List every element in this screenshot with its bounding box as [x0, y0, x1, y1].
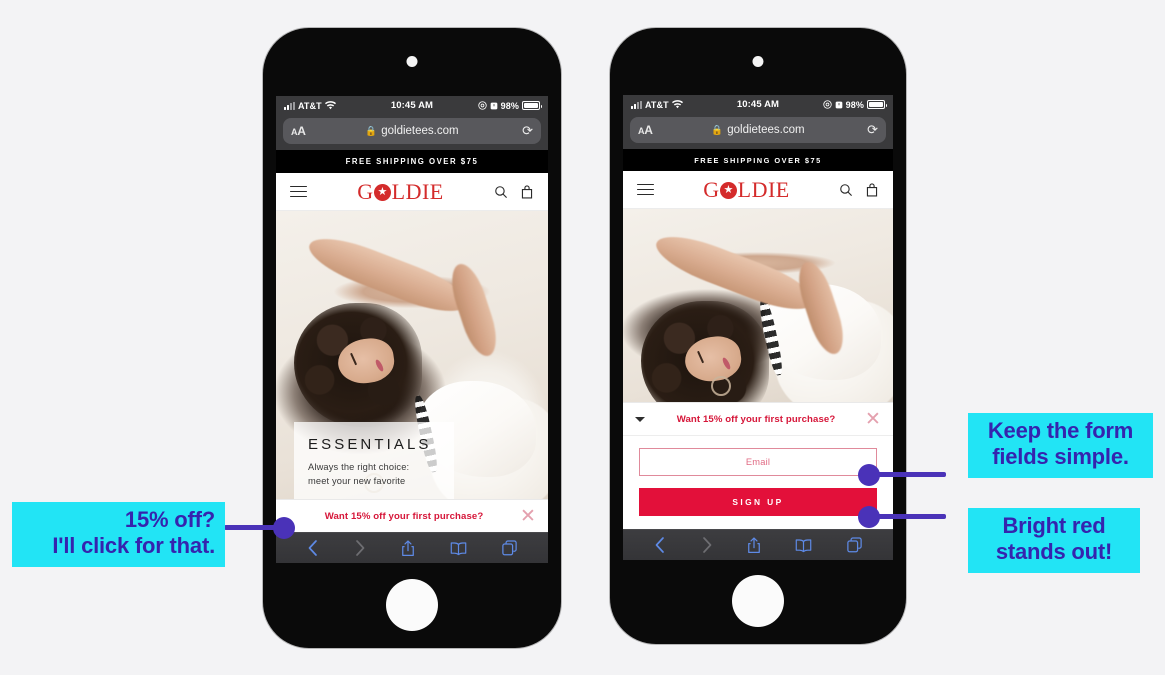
announcement-bar: FREE SHIPPING OVER $75 [623, 149, 893, 171]
email-input[interactable]: Email [639, 448, 877, 476]
callout-line-2: stands out! [995, 539, 1113, 565]
alarm-icon [835, 101, 843, 108]
header-icons [494, 184, 534, 199]
promo-bar-expanded[interactable]: Want 15% off your first purchase? ✕ [623, 402, 893, 435]
site-header: G ★ LDIE [276, 173, 548, 211]
reload-icon[interactable]: ⟳ [522, 123, 533, 139]
share-icon[interactable] [401, 539, 415, 557]
callout-line-1: Bright red [1002, 513, 1106, 538]
phone-mockup-left: AT&T 10:45 AM 98% AA 🔒 goldietees.com ⟳ [263, 28, 561, 648]
hero-photo [623, 209, 893, 402]
shopping-bag-icon[interactable] [865, 182, 879, 197]
close-x-icon[interactable]: ✕ [865, 410, 881, 429]
battery-percent-label: 98% [500, 100, 519, 111]
safari-url-bar-container: AA 🔒 goldietees.com ⟳ [276, 115, 548, 150]
hamburger-menu-icon[interactable] [637, 183, 654, 196]
hero-banner[interactable]: ESSENTIALS Always the right choice: meet… [276, 211, 548, 499]
bookmarks-book-icon[interactable] [795, 538, 812, 553]
safari-url-bar[interactable]: AA 🔒 goldietees.com ⟳ [630, 117, 886, 143]
search-icon[interactable] [494, 185, 508, 199]
status-bar-right: 98% [823, 99, 887, 110]
hero-subline-2: meet your new favorite [308, 475, 406, 486]
ios-status-bar: AT&T 10:45 AM 98% [623, 95, 893, 114]
safari-url-bar[interactable]: AA 🔒 goldietees.com ⟳ [283, 118, 541, 144]
reload-icon[interactable]: ⟳ [867, 122, 878, 138]
promo-bar-collapsed[interactable]: Want 15% off your first purchase? ✕ [276, 499, 548, 532]
brand-text-part1: G [357, 178, 374, 204]
home-button[interactable] [732, 575, 784, 627]
brand-text-part1: G [703, 176, 720, 202]
forward-chevron-icon [356, 540, 365, 556]
ios-status-bar: AT&T 10:45 AM 98% [276, 96, 548, 115]
brand-text-part2: LDIE [737, 176, 790, 202]
hero-headline: ESSENTIALS [308, 436, 432, 454]
share-icon[interactable] [747, 536, 761, 554]
search-icon[interactable] [839, 183, 853, 197]
promo-message: Want 15% off your first purchase? [324, 510, 484, 522]
close-x-icon[interactable]: ✕ [520, 507, 536, 526]
star-icon: ★ [720, 182, 738, 199]
callout-15-percent-off: 15% off? I'll click for that. [12, 502, 225, 567]
bookmarks-book-icon[interactable] [450, 541, 467, 556]
safari-url-bar-container: AA 🔒 goldietees.com ⟳ [623, 114, 893, 149]
phone-screen-left: AT&T 10:45 AM 98% AA 🔒 goldietees.com ⟳ [276, 96, 548, 563]
callout-form-fields-simple: Keep the form fields simple. [968, 413, 1153, 478]
email-placeholder: Email [745, 457, 771, 467]
battery-icon [867, 100, 887, 109]
front-camera [406, 56, 418, 67]
callout-bright-red: Bright red stands out! [968, 508, 1140, 573]
brand-logo[interactable]: G ★ LDIE [654, 177, 839, 203]
hamburger-menu-icon[interactable] [290, 185, 307, 198]
front-camera [752, 56, 764, 67]
tabs-icon[interactable] [847, 537, 862, 553]
model-earring [711, 376, 731, 396]
star-icon: ★ [374, 184, 392, 201]
signup-button[interactable]: SIGN UP [639, 488, 877, 516]
hero-text-overlay: ESSENTIALS Always the right choice: meet… [294, 422, 454, 499]
url-text: goldietees.com [727, 124, 805, 136]
promo-message: Want 15% off your first purchase? [676, 413, 836, 425]
phone-mockup-right: AT&T 10:45 AM 98% AA 🔒 goldietees.com ⟳ [610, 28, 906, 644]
hero-banner[interactable] [623, 209, 893, 402]
status-bar-right: 98% [478, 100, 542, 111]
tabs-icon[interactable] [501, 540, 517, 556]
callout-line-1: Keep the form [987, 418, 1134, 443]
safari-bottom-toolbar [276, 532, 548, 563]
brand-text-part2: LDIE [391, 178, 444, 204]
header-icons [839, 182, 879, 197]
callout-line-1: 15% off? [124, 507, 215, 532]
connector-dot-3 [858, 506, 880, 528]
forward-chevron-icon [702, 537, 711, 553]
battery-icon [522, 101, 542, 110]
phone-screen-right: AT&T 10:45 AM 98% AA 🔒 goldietees.com ⟳ [623, 95, 893, 560]
brand-logo[interactable]: G ★ LDIE [307, 179, 494, 205]
caret-down-icon[interactable] [635, 416, 645, 422]
battery-percent-label: 98% [845, 99, 864, 110]
back-chevron-icon[interactable] [654, 536, 666, 554]
alarm-icon [490, 102, 498, 109]
connector-dot-1 [273, 517, 295, 539]
orientation-lock-icon [823, 100, 832, 109]
callout-line-2: I'll click for that. [52, 533, 215, 559]
site-header: G ★ LDIE [623, 171, 893, 209]
connector-dot-2 [858, 464, 880, 486]
back-chevron-icon[interactable] [307, 539, 319, 557]
url-display[interactable]: 🔒 goldietees.com [630, 124, 886, 136]
lock-icon: 🔒 [711, 124, 724, 136]
announcement-bar: FREE SHIPPING OVER $75 [276, 150, 548, 173]
url-text: goldietees.com [381, 125, 459, 137]
safari-bottom-toolbar [623, 529, 893, 560]
orientation-lock-icon [478, 101, 487, 110]
home-button[interactable] [386, 579, 438, 631]
hero-subline-1: Always the right choice: [308, 462, 410, 473]
url-display[interactable]: 🔒 goldietees.com [283, 125, 541, 137]
shopping-bag-icon[interactable] [520, 184, 534, 199]
email-signup-form: Email SIGN UP [623, 435, 893, 529]
callout-line-2: fields simple. [992, 444, 1129, 470]
lock-icon: 🔒 [365, 125, 378, 137]
